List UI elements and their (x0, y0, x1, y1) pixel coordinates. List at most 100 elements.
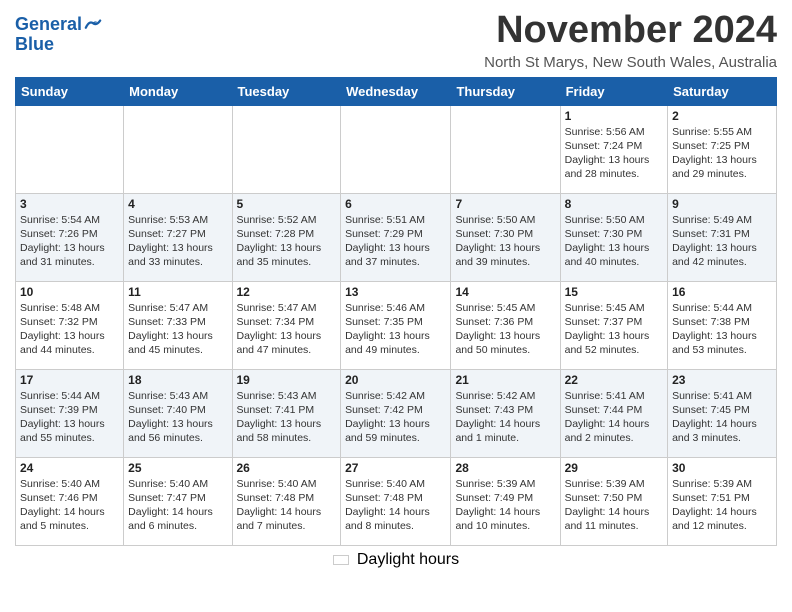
day-number: 28 (455, 461, 555, 475)
day-info: Sunrise: 5:53 AMSunset: 7:27 PMDaylight:… (128, 213, 227, 270)
day-info: Sunrise: 5:40 AMSunset: 7:48 PMDaylight:… (237, 477, 337, 534)
logo: General Blue (15, 15, 102, 55)
calendar-cell: 30 Sunrise: 5:39 AMSunset: 7:51 PMDayligh… (668, 457, 777, 545)
calendar-cell: 24 Sunrise: 5:40 AMSunset: 7:46 PMDayligh… (16, 457, 124, 545)
calendar-cell: 10Sunrise: 5:48 AMSunset: 7:32 PMDayligh… (16, 281, 124, 369)
calendar-cell: 28 Sunrise: 5:39 AMSunset: 7:49 PMDayligh… (451, 457, 560, 545)
day-info: Sunrise: 5:40 AMSunset: 7:46 PMDaylight:… (20, 477, 119, 534)
day-info: Sunrise: 5:39 AMSunset: 7:50 PMDaylight:… (565, 477, 663, 534)
calendar-header-row: SundayMondayTuesdayWednesdayThursdayFrid… (16, 77, 777, 105)
day-info: Sunrise: 5:51 AMSunset: 7:29 PMDaylight:… (345, 213, 446, 270)
calendar-cell (341, 105, 451, 193)
day-number: 27 (345, 461, 446, 475)
calendar-cell: 8 Sunrise: 5:50 AMSunset: 7:30 PMDaylight… (560, 193, 667, 281)
day-number: 1 (565, 109, 663, 123)
calendar-cell: 9 Sunrise: 5:49 AMSunset: 7:31 PMDaylight… (668, 193, 777, 281)
day-number: 4 (128, 197, 227, 211)
calendar-cell: 19 Sunrise: 5:43 AMSunset: 7:41 PMDayligh… (232, 369, 341, 457)
subtitle: North St Marys, New South Wales, Austral… (102, 54, 777, 71)
calendar-cell: 15Sunrise: 5:45 AMSunset: 7:37 PMDayligh… (560, 281, 667, 369)
calendar-cell: 26 Sunrise: 5:40 AMSunset: 7:48 PMDayligh… (232, 457, 341, 545)
calendar-cell: 1 Sunrise: 5:56 AMSunset: 7:24 PMDaylight… (560, 105, 667, 193)
day-number: 23 (672, 373, 772, 387)
day-number: 3 (20, 197, 119, 211)
calendar-week-1: 1 Sunrise: 5:56 AMSunset: 7:24 PMDaylight… (16, 105, 777, 193)
calendar-cell: 22 Sunrise: 5:41 AMSunset: 7:44 PMDayligh… (560, 369, 667, 457)
calendar-cell: 13 Sunrise: 5:46 AMSunset: 7:35 PMDayligh… (341, 281, 451, 369)
calendar-cell (232, 105, 341, 193)
day-info: Sunrise: 5:50 AMSunset: 7:30 PMDaylight:… (455, 213, 555, 270)
day-info: Sunrise: 5:45 AMSunset: 7:36 PMDaylight:… (455, 301, 555, 358)
calendar-week-2: 3 Sunrise: 5:54 AMSunset: 7:26 PMDaylight… (16, 193, 777, 281)
day-info: Sunrise: 5:54 AMSunset: 7:26 PMDaylight:… (20, 213, 119, 270)
day-number: 12 (237, 285, 337, 299)
calendar-header-monday: Monday (124, 77, 232, 105)
day-number: 30 (672, 461, 772, 475)
day-number: 24 (20, 461, 119, 475)
calendar-cell: 3 Sunrise: 5:54 AMSunset: 7:26 PMDaylight… (16, 193, 124, 281)
calendar-header-thursday: Thursday (451, 77, 560, 105)
calendar-cell: 14Sunrise: 5:45 AMSunset: 7:36 PMDayligh… (451, 281, 560, 369)
title-area: November 2024 North St Marys, New South … (102, 10, 777, 71)
calendar-cell: 2Sunrise: 5:55 AMSunset: 7:25 PMDaylight… (668, 105, 777, 193)
day-info: Sunrise: 5:43 AMSunset: 7:41 PMDaylight:… (237, 389, 337, 446)
logo-text2: Blue (15, 35, 54, 55)
calendar-cell: 4 Sunrise: 5:53 AMSunset: 7:27 PMDaylight… (124, 193, 232, 281)
legend-box (333, 555, 349, 565)
calendar-cell: 18 Sunrise: 5:43 AMSunset: 7:40 PMDayligh… (124, 369, 232, 457)
day-info: Sunrise: 5:48 AMSunset: 7:32 PMDaylight:… (20, 301, 119, 358)
day-info: Sunrise: 5:41 AMSunset: 7:45 PMDaylight:… (672, 389, 772, 446)
day-number: 29 (565, 461, 663, 475)
legend-label: Daylight hours (357, 551, 459, 569)
footer: Daylight hours (15, 551, 777, 569)
calendar-header-sunday: Sunday (16, 77, 124, 105)
day-info: Sunrise: 5:52 AMSunset: 7:28 PMDaylight:… (237, 213, 337, 270)
day-number: 9 (672, 197, 772, 211)
day-number: 2 (672, 109, 772, 123)
day-number: 13 (345, 285, 446, 299)
day-info: Sunrise: 5:43 AMSunset: 7:40 PMDaylight:… (128, 389, 227, 446)
day-info: Sunrise: 5:42 AMSunset: 7:43 PMDaylight:… (455, 389, 555, 446)
day-info: Sunrise: 5:46 AMSunset: 7:35 PMDaylight:… (345, 301, 446, 358)
calendar-cell: 25 Sunrise: 5:40 AMSunset: 7:47 PMDayligh… (124, 457, 232, 545)
calendar-header-saturday: Saturday (668, 77, 777, 105)
day-info: Sunrise: 5:56 AMSunset: 7:24 PMDaylight:… (565, 125, 663, 182)
calendar-cell: 17 Sunrise: 5:44 AMSunset: 7:39 PMDayligh… (16, 369, 124, 457)
calendar-cell: 29 Sunrise: 5:39 AMSunset: 7:50 PMDayligh… (560, 457, 667, 545)
calendar-cell (124, 105, 232, 193)
day-info: Sunrise: 5:41 AMSunset: 7:44 PMDaylight:… (565, 389, 663, 446)
day-info: Sunrise: 5:49 AMSunset: 7:31 PMDaylight:… (672, 213, 772, 270)
day-number: 18 (128, 373, 227, 387)
month-title: November 2024 (102, 10, 777, 52)
day-number: 11 (128, 285, 227, 299)
calendar-week-5: 24 Sunrise: 5:40 AMSunset: 7:46 PMDayligh… (16, 457, 777, 545)
calendar-header-wednesday: Wednesday (341, 77, 451, 105)
calendar-cell: 5Sunrise: 5:52 AMSunset: 7:28 PMDaylight… (232, 193, 341, 281)
day-number: 6 (345, 197, 446, 211)
day-info: Sunrise: 5:39 AMSunset: 7:49 PMDaylight:… (455, 477, 555, 534)
day-info: Sunrise: 5:39 AMSunset: 7:51 PMDaylight:… (672, 477, 772, 534)
day-info: Sunrise: 5:50 AMSunset: 7:30 PMDaylight:… (565, 213, 663, 270)
day-number: 16 (672, 285, 772, 299)
calendar-cell: 23 Sunrise: 5:41 AMSunset: 7:45 PMDayligh… (668, 369, 777, 457)
calendar-cell: 21 Sunrise: 5:42 AMSunset: 7:43 PMDayligh… (451, 369, 560, 457)
day-info: Sunrise: 5:47 AMSunset: 7:33 PMDaylight:… (128, 301, 227, 358)
day-number: 8 (565, 197, 663, 211)
calendar-table: SundayMondayTuesdayWednesdayThursdayFrid… (15, 77, 777, 546)
calendar-header-friday: Friday (560, 77, 667, 105)
day-number: 21 (455, 373, 555, 387)
day-number: 17 (20, 373, 119, 387)
day-info: Sunrise: 5:47 AMSunset: 7:34 PMDaylight:… (237, 301, 337, 358)
day-number: 22 (565, 373, 663, 387)
day-info: Sunrise: 5:40 AMSunset: 7:48 PMDaylight:… (345, 477, 446, 534)
day-info: Sunrise: 5:44 AMSunset: 7:39 PMDaylight:… (20, 389, 119, 446)
day-number: 20 (345, 373, 446, 387)
calendar-header-tuesday: Tuesday (232, 77, 341, 105)
day-number: 26 (237, 461, 337, 475)
day-number: 19 (237, 373, 337, 387)
day-info: Sunrise: 5:40 AMSunset: 7:47 PMDaylight:… (128, 477, 227, 534)
day-number: 25 (128, 461, 227, 475)
calendar-week-4: 17 Sunrise: 5:44 AMSunset: 7:39 PMDayligh… (16, 369, 777, 457)
logo-text: General (15, 15, 82, 35)
calendar-cell: 27 Sunrise: 5:40 AMSunset: 7:48 PMDayligh… (341, 457, 451, 545)
